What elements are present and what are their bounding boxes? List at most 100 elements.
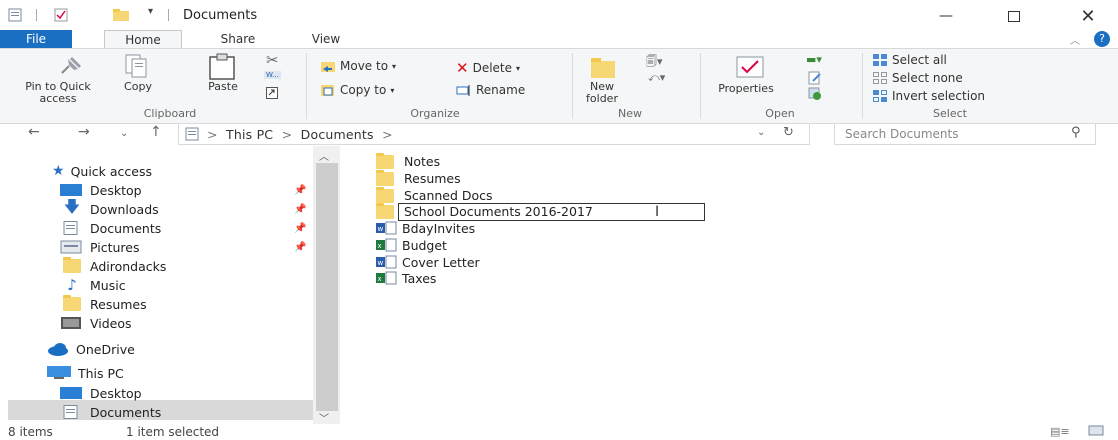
clipboard-group-label: Clipboard [143,107,197,120]
search-box[interactable]: Search Documents ⚲ [834,123,1096,145]
tab-home[interactable]: Home [104,30,182,49]
nav-item-label: Documents [90,220,162,236]
copy-path-icon[interactable]: W... [264,71,281,79]
navigation-pane: ★ Quick access Desktop 📌 🡇 Downloads 📌 D… [0,146,340,425]
nav-pc-item-documents[interactable]: Documents [60,403,161,421]
select-all-button[interactable]: Select all [872,53,947,67]
list-item[interactable]: Scanned Docs [376,187,493,203]
nav-pc-item-desktop[interactable]: Desktop [60,384,142,402]
checkmark-quick-icon[interactable] [54,8,68,22]
file-name: Cover Letter [402,254,480,270]
nav-scrollbar-thumb[interactable] [316,163,338,411]
properties-quick-icon[interactable] [8,8,22,22]
paste-button[interactable]: Paste [198,81,248,93]
nav-item-pictures[interactable]: Pictures [60,238,140,256]
scroll-up-icon[interactable]: ︿ [319,148,329,163]
move-to-button[interactable]: Move to ▾ [320,59,396,73]
details-view-icon[interactable]: ▤≡ [1050,425,1070,438]
list-item[interactable]: Notes [376,153,440,169]
excel-document-icon: x [376,238,397,252]
svg-text:x: x [378,275,382,283]
nav-this-pc[interactable]: This PC [46,364,124,382]
nav-quick-access-label: Quick access [70,163,153,179]
new-group-label: New [618,107,642,120]
scroll-down-icon[interactable]: ﹀ [319,410,329,425]
paste-shortcut-icon[interactable] [266,87,278,102]
up-arrow-icon[interactable]: ↑ [150,124,162,140]
new-item-icon[interactable]: 🗐▾ [646,53,663,72]
file-name: Scanned Docs [404,187,493,203]
select-group-label: Select [933,107,967,120]
pin-icon[interactable]: 📌 [294,204,306,215]
invert-selection-button[interactable]: Invert selection [872,89,985,103]
nav-item-label: Adirondacks [90,258,167,274]
ribbon-tabs: File Home Share View ︿ ? [0,30,1118,49]
address-dropdown-icon[interactable]: ⌄ [757,127,765,138]
list-item-renaming[interactable] [376,203,394,219]
back-arrow-icon[interactable]: ← [28,124,40,140]
rename-button[interactable]: Rename [456,83,525,97]
pin-icon[interactable]: 📌 [294,185,306,196]
select-all-icon [873,54,887,66]
delete-button[interactable]: ✕ Delete ▾ [456,59,520,77]
recent-locations-icon[interactable]: ⌄ [120,128,128,139]
nav-item-documents[interactable]: Documents [60,219,161,237]
copy-to-icon [321,85,334,96]
open-group-label: Open [765,107,795,120]
large-icons-view-icon[interactable] [1088,424,1104,440]
edit-icon[interactable] [808,71,822,88]
minimize-button[interactable]: — [926,4,966,28]
nav-item-adirondacks[interactable]: Adirondacks [60,257,166,275]
select-none-button[interactable]: Select none [872,71,963,85]
cut-icon[interactable]: ✂ [266,51,279,69]
list-item[interactable]: w BdayInvites [376,220,475,236]
search-icon[interactable]: ⚲ [1071,125,1081,140]
nav-item-downloads[interactable]: 🡇 Downloads [60,197,159,218]
nav-item-videos[interactable]: Videos [60,314,132,332]
nav-item-music[interactable]: ♪ Music [60,276,125,294]
nav-item-label: Documents [90,404,162,420]
breadcrumb-documents[interactable]: Documents [301,127,374,142]
move-to-label: Move to [340,59,389,73]
list-item[interactable]: x Budget [376,237,447,253]
properties-button[interactable]: Properties [708,83,784,95]
text-cursor-icon: I [655,204,660,220]
nav-onedrive[interactable]: OneDrive [46,340,135,358]
tab-view[interactable]: View [296,30,356,48]
forward-arrow-icon[interactable]: → [78,124,90,140]
list-item[interactable]: x Taxes [376,270,436,286]
easy-access-icon[interactable]: ⤺▾ [648,71,665,85]
copy-to-button[interactable]: Copy to ▾ [320,83,394,97]
nav-item-resumes[interactable]: Resumes [60,295,147,313]
file-name: BdayInvites [402,220,476,236]
close-button[interactable]: ✕ [1068,4,1108,28]
rename-icon [456,85,470,96]
list-item[interactable]: w Cover Letter [376,254,480,270]
folder-icon [376,187,394,203]
help-icon[interactable]: ? [1094,31,1110,47]
select-none-label: Select none [892,71,963,85]
nav-quick-access[interactable]: ★ Quick access [52,162,152,180]
maximize-button[interactable] [994,4,1034,28]
history-icon[interactable] [808,87,822,104]
delete-x-icon: ✕ [456,59,469,77]
list-item[interactable]: Resumes [376,170,461,186]
new-folder-icon [590,55,616,82]
collapse-ribbon-icon[interactable]: ︿ [1070,32,1080,47]
pin-icon[interactable]: 📌 [294,242,306,253]
new-folder-button[interactable]: New folder [578,81,626,105]
tab-share[interactable]: Share [200,30,276,48]
tab-file[interactable]: File [0,30,72,48]
pin-to-quick-access-button[interactable]: Pin to Quick access [18,81,98,105]
search-input[interactable]: Search Documents [845,127,958,141]
open-with-icon[interactable]: ▬▾ [806,53,822,66]
pin-icon[interactable]: 📌 [294,223,306,234]
address-bar[interactable]: > This PC > Documents > ⌄ ↻ [178,123,810,145]
nav-item-label: Downloads [90,201,159,217]
copy-button[interactable]: Copy [116,81,160,93]
folder-quick-icon[interactable] [112,8,130,22]
pin-icon [58,55,84,80]
breadcrumb-this-pc[interactable]: This PC [226,127,273,142]
refresh-icon[interactable]: ↻ [783,125,794,140]
customize-quick-access-icon[interactable]: ▾ [148,6,153,17]
